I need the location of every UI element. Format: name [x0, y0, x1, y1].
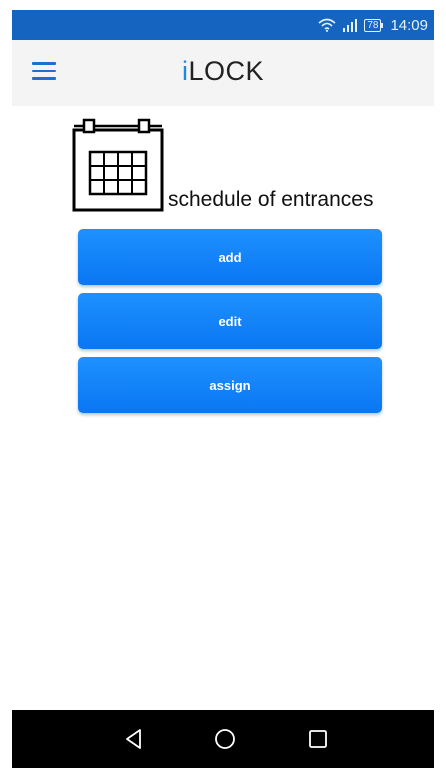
navigation-bar [12, 710, 434, 768]
section-title: schedule of entrances [168, 188, 374, 211]
assign-button[interactable]: assign [78, 357, 382, 413]
calendar-icon [72, 118, 166, 214]
assign-button-label: assign [209, 377, 251, 393]
status-bar: 78 14:09 [12, 10, 434, 40]
home-icon[interactable] [212, 726, 238, 752]
app-title: iLOCK [12, 56, 434, 87]
app-screen: 78 14:09 iLOCK schedule of entrances add… [12, 10, 434, 768]
edit-button[interactable]: edit [78, 293, 382, 349]
battery-icon: 78 [364, 18, 384, 32]
battery-level: 78 [367, 19, 379, 31]
clock: 14:09 [390, 16, 428, 34]
recent-apps-icon[interactable] [305, 726, 331, 752]
app-title-rest: LOCK [188, 56, 265, 86]
add-button-label: add [218, 249, 242, 265]
back-icon[interactable] [121, 726, 147, 752]
signal-icon [342, 18, 358, 32]
app-header: iLOCK [12, 40, 434, 106]
edit-button-label: edit [218, 313, 242, 329]
add-button[interactable]: add [78, 229, 382, 285]
wifi-icon [318, 18, 336, 32]
